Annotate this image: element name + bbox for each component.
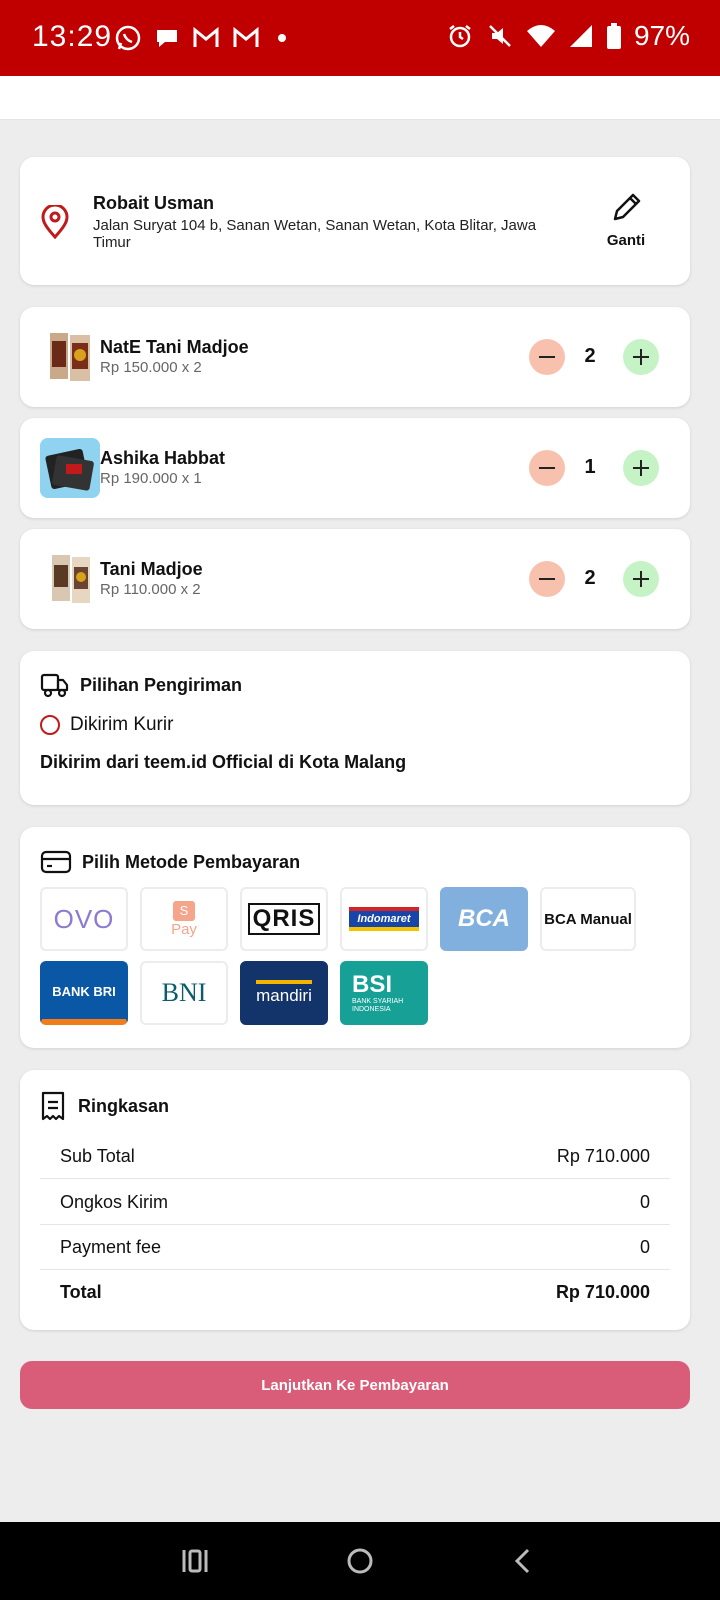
payment-shopeepay[interactable]: S Pay — [140, 887, 228, 951]
decrease-quantity-button[interactable] — [529, 450, 565, 486]
summary-card: Ringkasan Sub Total Rp 710.000 Ongkos Ki… — [20, 1070, 690, 1330]
payment-bca-manual[interactable]: BCA Manual — [540, 887, 636, 951]
product-price: Rp 110.000 x 2 — [100, 581, 201, 598]
system-nav-bar — [0, 1522, 720, 1600]
radio-button[interactable] — [40, 715, 60, 735]
payment-bca[interactable]: BCA — [440, 887, 528, 951]
shipping-origin: Dikirim dari teem.id Official di Kota Ma… — [40, 752, 407, 772]
gmail-icon — [193, 26, 219, 47]
battery-icon — [606, 23, 621, 49]
home-icon[interactable] — [345, 1546, 375, 1576]
quantity-value: 1 — [584, 456, 596, 478]
payment-bsi[interactable]: BSI BANK SYARIAH INDONESIA — [340, 961, 428, 1025]
address-card[interactable]: Robait Usman Jalan Suryat 104 b, Sanan W… — [20, 157, 690, 285]
shipping-option-label: Dikirim Kurir — [70, 714, 174, 735]
payment-bni[interactable]: BNI — [140, 961, 228, 1025]
payment-title: Pilih Metode Pembayaran — [82, 851, 301, 872]
decrease-quantity-button[interactable] — [529, 561, 565, 597]
credit-card-icon — [40, 850, 72, 874]
recipient-name: Robait Usman — [93, 193, 215, 213]
gmail-icon — [233, 26, 259, 47]
chat-icon — [157, 30, 177, 47]
plus-icon — [633, 349, 649, 365]
cart-item: Ashika Habbat Rp 190.000 x 1 1 — [20, 418, 690, 518]
mute-icon — [489, 25, 511, 47]
product-price: Rp 150.000 x 2 — [100, 359, 202, 376]
summary-row-shipping: Ongkos Kirim 0 — [40, 1180, 670, 1225]
dot-icon — [278, 34, 286, 42]
wifi-icon — [526, 25, 555, 47]
increase-quantity-button[interactable] — [623, 561, 659, 597]
product-thumbnail — [40, 549, 100, 609]
summary-row-payment-fee: Payment fee 0 — [40, 1225, 670, 1270]
increase-quantity-button[interactable] — [623, 450, 659, 486]
minus-icon — [539, 578, 555, 580]
change-address-button[interactable]: Ganti — [596, 191, 656, 249]
payment-mandiri[interactable]: mandiri — [240, 961, 328, 1025]
recent-apps-icon[interactable] — [180, 1546, 210, 1576]
plus-icon — [633, 571, 649, 587]
continue-to-payment-button[interactable]: Lanjutkan Ke Pembayaran — [20, 1361, 690, 1409]
alarm-icon — [449, 25, 471, 48]
product-thumbnail — [40, 327, 100, 387]
shopeepay-logo: S — [173, 900, 195, 921]
payment-indomaret[interactable]: Indomaret — [340, 887, 428, 951]
cart-item: Tani Madjoe Rp 110.000 x 2 2 — [20, 529, 690, 629]
pencil-icon — [613, 193, 641, 221]
product-name: Ashika Habbat — [100, 448, 226, 468]
product-name: NatE Tani Madjoe — [100, 337, 249, 357]
increase-quantity-button[interactable] — [623, 339, 659, 375]
truck-icon — [40, 673, 69, 698]
shipping-title: Pilihan Pengiriman — [80, 674, 243, 695]
shipping-option-courier[interactable]: Dikirim Kurir — [40, 714, 173, 736]
battery-percent: 97% — [633, 20, 690, 51]
receipt-icon — [41, 1091, 65, 1121]
quantity-value: 2 — [584, 345, 596, 367]
status-bar: 13:29 97% — [0, 0, 720, 76]
app-bar — [0, 76, 720, 120]
product-price: Rp 190.000 x 1 — [100, 470, 202, 487]
payment-qris[interactable]: QRIS — [240, 887, 328, 951]
signal-icon — [569, 25, 592, 47]
summary-row-subtotal: Sub Total Rp 710.000 — [40, 1134, 670, 1179]
whatsapp-icon — [115, 25, 141, 51]
summary-row-total: Total Rp 710.000 — [60, 1282, 650, 1302]
payment-card: Pilih Metode Pembayaran OVO S Pay QRIS I… — [20, 827, 690, 1048]
back-icon[interactable] — [508, 1546, 538, 1576]
minus-icon — [539, 356, 555, 358]
minus-icon — [539, 467, 555, 469]
quantity-value: 2 — [584, 567, 596, 589]
shipping-card: Pilihan Pengiriman Dikirim Kurir Dikirim… — [20, 651, 690, 805]
payment-ovo[interactable]: OVO — [40, 887, 128, 951]
product-thumbnail — [40, 438, 100, 498]
location-pin-icon — [41, 205, 69, 239]
address-detail: Jalan Suryat 104 b, Sanan Wetan, Sanan W… — [93, 217, 537, 251]
plus-icon — [633, 460, 649, 476]
summary-title: Ringkasan — [78, 1095, 170, 1116]
cart-item: NatE Tani Madjoe Rp 150.000 x 2 2 — [20, 307, 690, 407]
payment-bri[interactable]: BANK BRI — [40, 961, 128, 1025]
product-name: Tani Madjoe — [100, 559, 203, 579]
decrease-quantity-button[interactable] — [529, 339, 565, 375]
change-address-label: Ganti — [606, 232, 646, 249]
status-time: 13:29 — [32, 20, 113, 53]
